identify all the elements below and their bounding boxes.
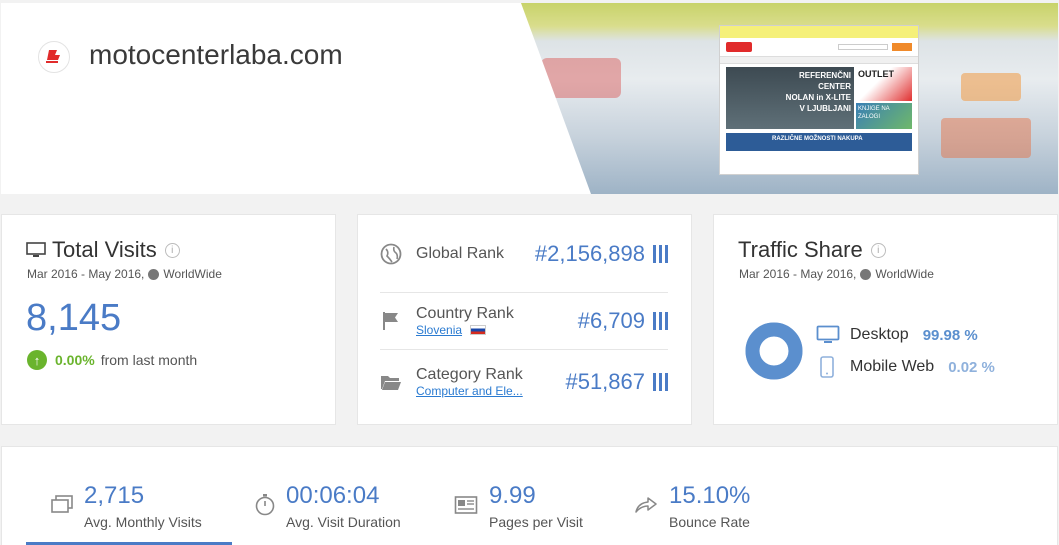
globe-icon [380, 243, 402, 264]
site-domain: motocenterlaba.com [89, 39, 343, 70]
folder-icon [381, 376, 401, 390]
rank-bars-icon [653, 244, 668, 263]
desktop-row: Desktop 99.98 % [816, 325, 978, 345]
country-rank-row[interactable]: Country Rank Slovenia #6,709 [380, 293, 668, 350]
category-link[interactable]: Computer and Ele... [416, 384, 523, 398]
country-link[interactable]: Slovenia [416, 323, 462, 337]
category-rank-label: Category Rank [416, 366, 523, 383]
monitor-icon [26, 242, 46, 257]
metric-label: Avg. Visit Duration [286, 514, 401, 530]
preview-main-banner: REFERENČNI CENTER NOLAN in X-LITE V LJUB… [726, 67, 854, 129]
preview-logo [726, 42, 752, 52]
change-percentage: 0.00% [55, 352, 95, 368]
preview-bottom-banner: RAZLIČNE MOŽNOSTI NAKUPA [726, 133, 912, 151]
change-text: from last month [100, 352, 198, 368]
metric-value: 9.99 [489, 482, 536, 509]
country-rank-value: #6,709 [577, 308, 645, 333]
metric-bounce-rate[interactable]: 15.10% Bounce Rate [634, 447, 794, 545]
metric-label: Bounce Rate [669, 514, 750, 530]
mobile-label: Mobile Web [850, 358, 935, 375]
site-favicon [38, 41, 70, 73]
region-label: WorldWide [875, 267, 934, 281]
arrow-up-icon: ↑ [27, 350, 47, 370]
newspaper-icon [454, 496, 478, 514]
total-visits-card: Total Visits i Mar 2016 - May 2016, Worl… [1, 214, 336, 425]
category-rank-value: #51,867 [565, 369, 645, 394]
donut-desktop-slice [745, 322, 803, 380]
info-icon[interactable]: i [164, 242, 180, 258]
share-arrow-icon [635, 497, 657, 513]
metric-value: 2,715 [84, 482, 145, 509]
region-label: WorldWide [163, 267, 222, 281]
desktop-icon [816, 325, 840, 343]
metric-label: Avg. Monthly Visits [84, 514, 202, 530]
total-visits-value: 8,145 [26, 297, 122, 339]
date-range: Mar 2016 - May 2016, [27, 267, 145, 281]
traffic-share-donut [745, 322, 803, 380]
mobile-percentage: 0.02 % [948, 358, 995, 376]
website-preview-thumbnail[interactable]: REFERENČNI CENTER NOLAN in X-LITE V LJUB… [719, 25, 919, 175]
globe-icon [860, 268, 872, 280]
ranks-card: Global Rank #2,156,898 Country Rank Slov… [357, 214, 692, 425]
global-rank-label: Global Rank [416, 244, 505, 262]
site-header: motocenterlaba.com REFERENČNI CENTER NOL… [1, 3, 1058, 194]
traffic-share-title: Traffic Share [738, 237, 863, 262]
date-range: Mar 2016 - May 2016, [739, 267, 857, 281]
preview-books-banner: KNJIGE NA ZALOGI [856, 103, 912, 129]
traffic-share-card: Traffic Share i Mar 2016 - May 2016, Wor… [713, 214, 1058, 425]
metric-value: 00:06:04 [286, 482, 380, 509]
flag-icon [383, 312, 398, 330]
rank-bars-icon [653, 373, 668, 391]
mobile-row: Mobile Web 0.02 % [820, 356, 995, 378]
monitor-stack-icon [51, 495, 73, 513]
metric-avg-monthly-visits[interactable]: 2,715 Avg. Monthly Visits [26, 447, 232, 545]
slovenia-flag-icon [470, 325, 487, 335]
engagement-card: 2,715 Avg. Monthly Visits 00:06:04 Avg. … [1, 446, 1058, 545]
global-rank-value: #2,156,898 [534, 240, 645, 266]
header-diagonal-panel [1, 3, 591, 194]
header-blur-elements [941, 118, 1031, 158]
total-visits-title: Total Visits [52, 237, 157, 262]
info-icon[interactable]: i [870, 242, 886, 258]
metric-pages-per-visit[interactable]: 9.99 Pages per Visit [454, 447, 614, 545]
stopwatch-icon [255, 494, 275, 516]
header-blur-elements [961, 73, 1021, 101]
preview-outlet-banner: OUTLET [856, 67, 912, 101]
desktop-percentage: 99.98 % [922, 326, 978, 344]
metric-value: 15.10% [669, 482, 751, 509]
category-rank-row[interactable]: Category Rank Computer and Ele... #51,86… [380, 350, 668, 414]
desktop-label: Desktop [850, 326, 909, 343]
global-rank-row[interactable]: Global Rank #2,156,898 [380, 215, 668, 293]
metric-label: Pages per Visit [489, 514, 583, 530]
mobile-icon [820, 356, 834, 378]
globe-icon [148, 268, 160, 280]
rank-bars-icon [653, 312, 668, 330]
country-rank-label: Country Rank [416, 305, 514, 322]
metric-avg-visit-duration[interactable]: 00:06:04 Avg. Visit Duration [252, 447, 432, 545]
